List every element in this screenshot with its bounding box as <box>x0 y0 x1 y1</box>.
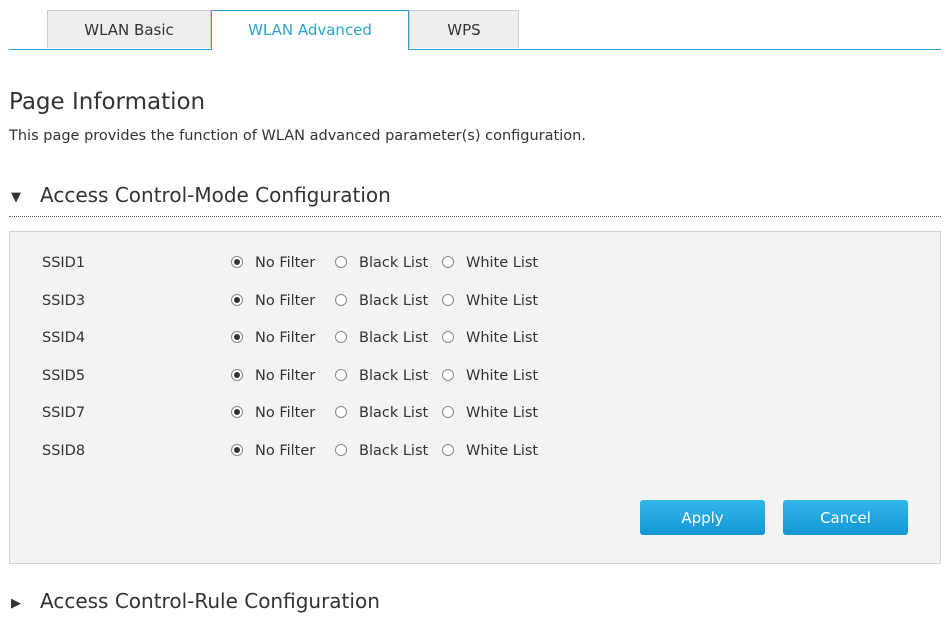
radio-button[interactable] <box>231 368 243 381</box>
cancel-button[interactable]: Cancel <box>783 500 908 535</box>
radio-button[interactable] <box>442 443 454 456</box>
radio-button[interactable] <box>442 368 454 381</box>
radio-button[interactable] <box>335 256 347 268</box>
section-title: Access Control-Mode Configuration <box>40 183 391 207</box>
access-control-mode-panel: SSID1 No Filter Black List White List SSID3 N… <box>9 231 941 564</box>
option-label: No Filter <box>255 442 316 459</box>
ssid-row: SSID4 No Filter Black List White List <box>10 327 940 351</box>
radio-button[interactable] <box>231 331 243 343</box>
section-title: Access Control-Rule Configuration <box>40 589 380 613</box>
tab-wlan-advanced[interactable]: WLAN Advanced <box>211 10 409 50</box>
option-label: Black List <box>359 292 429 309</box>
radio-button[interactable] <box>335 368 347 381</box>
option-label: White List <box>466 255 539 271</box>
ssid-label: SSID5 <box>42 367 86 384</box>
radio-button[interactable] <box>231 443 243 456</box>
radio-button[interactable] <box>442 293 454 306</box>
option-label: Black List <box>359 442 429 459</box>
option-label: No Filter <box>255 255 316 271</box>
option-label: No Filter <box>255 367 316 384</box>
ssid-label: SSID8 <box>42 442 86 459</box>
page-description: This page provides the function of WLAN … <box>9 128 586 144</box>
section-access-control-mode[interactable]: ▼ Access Control-Mode Configuration <box>9 182 941 217</box>
triangle-down-icon: ▼ <box>11 190 21 205</box>
radio-button[interactable] <box>335 406 347 418</box>
ssid-label: SSID4 <box>42 330 86 346</box>
radio-button[interactable] <box>231 256 243 268</box>
tab-wps[interactable]: WPS <box>409 10 519 48</box>
section-access-control-rule[interactable]: ▶ Access Control-Rule Configuration <box>9 588 941 622</box>
option-label: No Filter <box>255 292 316 309</box>
page-title: Page Information <box>9 89 206 115</box>
ssid-label: SSID1 <box>42 255 86 271</box>
ssid-row: SSID7 No Filter Black List White List <box>10 402 940 426</box>
radio-button[interactable] <box>335 331 347 343</box>
option-label: Black List <box>359 367 429 384</box>
ssid-row: SSID5 No Filter Black List White List <box>10 365 940 389</box>
radio-button[interactable] <box>335 443 347 456</box>
option-label: White List <box>466 442 539 459</box>
ssid-row: SSID1 No Filter Black List White List <box>10 252 940 276</box>
radio-button[interactable] <box>442 256 454 268</box>
ssid-row: SSID8 No Filter Black List White List <box>10 440 940 464</box>
tab-bar: WLAN Basic WLAN Advanced WPS <box>9 10 941 50</box>
apply-button[interactable]: Apply <box>640 500 765 535</box>
ssid-label: SSID7 <box>42 405 86 421</box>
radio-button[interactable] <box>231 293 243 306</box>
option-label: White List <box>466 292 539 309</box>
ssid-row: SSID3 No Filter Black List White List <box>10 290 940 314</box>
option-label: White List <box>466 405 539 421</box>
option-label: Black List <box>359 330 429 346</box>
option-label: No Filter <box>255 330 316 346</box>
radio-button[interactable] <box>231 406 243 418</box>
option-label: White List <box>466 367 539 384</box>
radio-button[interactable] <box>442 406 454 418</box>
option-label: Black List <box>359 405 429 421</box>
option-label: White List <box>466 330 539 346</box>
radio-button[interactable] <box>442 331 454 343</box>
option-label: No Filter <box>255 405 316 421</box>
triangle-right-icon: ▶ <box>11 596 21 611</box>
tab-wlan-basic[interactable]: WLAN Basic <box>47 10 211 48</box>
radio-button[interactable] <box>335 293 347 306</box>
ssid-label: SSID3 <box>42 292 86 309</box>
option-label: Black List <box>359 255 429 271</box>
